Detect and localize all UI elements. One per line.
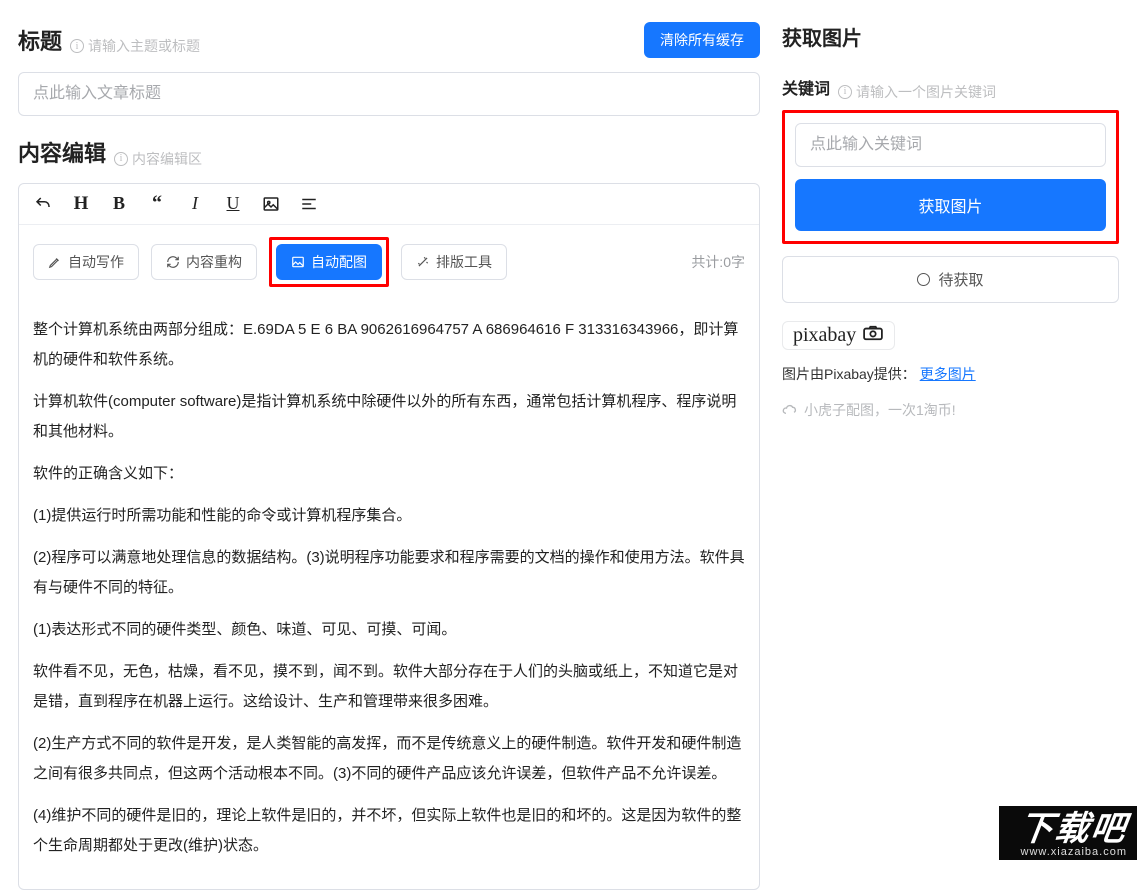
bold-icon[interactable]: B [109,194,129,214]
undo-icon[interactable] [33,194,53,214]
align-left-icon[interactable] [299,194,319,214]
watermark: 下载吧 www.xiazaiba.com [999,806,1137,860]
more-images-link[interactable]: 更多图片 [920,366,976,382]
watermark-text: 下载吧 [1017,812,1130,846]
image-credit: 图片由Pixabay提供： 更多图片 [782,364,1119,384]
article-title-input[interactable] [18,72,760,116]
content-paragraph: (1)表达形式不同的硬件类型、颜色、味道、可见、可摸、可闻。 [33,615,745,645]
quote-icon[interactable]: “ [147,194,167,214]
word-count: 共计:0字 [691,252,745,272]
content-paragraph: (4)维护不同的硬件是旧的，理论上软件是旧的，并不坏，但实际上软件也是旧的和坏的… [33,801,745,861]
content-paragraph: (2)生产方式不同的软件是开发，是人类智能的高发挥，而不是传统意义上的硬件制造。… [33,729,745,789]
keyword-label-row: 关键词 i 请输入一个图片关键词 [782,75,1119,102]
pencil-icon [48,255,62,269]
keyword-label: 关键词 [782,75,830,99]
content-paragraph: 整个计算机系统由两部分组成：E.69DA 5 E 6 BA 9062616964… [33,315,745,375]
content-restructure-button[interactable]: 内容重构 [151,244,257,280]
content-paragraph: (1)提供运行时所需功能和性能的命令或计算机程序集合。 [33,501,745,531]
info-icon: i [70,39,84,53]
auto-write-button[interactable]: 自动写作 [33,244,139,280]
info-icon: i [838,85,852,99]
title-heading: 标题 [18,24,62,56]
content-paragraph: 软件看不见，无色，枯燥，看不见，摸不到，闻不到。软件大部分存在于人们的头脑或纸上… [33,657,745,717]
title-section-header: 标题 i 请输入主题或标题 清除所有缓存 [18,22,760,58]
content-paragraph: 软件的正确含义如下： [33,459,745,489]
keyword-highlight-frame: 获取图片 [782,110,1119,244]
image-icon[interactable] [261,194,281,214]
editor-hint: i 内容编辑区 [114,149,202,169]
heading-icon[interactable]: H [71,194,91,214]
italic-icon[interactable]: I [185,194,205,214]
auto-image-highlight: 自动配图 [269,237,389,287]
auto-image-button[interactable]: 自动配图 [276,244,382,280]
info-icon: i [114,152,128,166]
pending-button[interactable]: 待获取 [782,256,1119,303]
title-hint: i 请输入主题或标题 [70,36,200,56]
editor-section-header: 内容编辑 i 内容编辑区 [18,136,760,169]
pixabay-badge: pixabay [782,321,895,350]
keyword-hint: i 请输入一个图片关键词 [838,82,996,102]
picture-icon [291,255,305,269]
sidebar-heading: 获取图片 [782,22,1119,51]
editor-heading: 内容编辑 [18,136,106,168]
content-paragraph: 计算机软件(computer software)是指计算机系统中除硬件以外的所有… [33,387,745,447]
editor-content[interactable]: 整个计算机系统由两部分组成：E.69DA 5 E 6 BA 9062616964… [19,299,759,889]
magic-icon [416,255,430,269]
cloud-icon [782,403,798,417]
camera-icon [862,324,884,347]
circle-icon [917,273,930,286]
fetch-image-button[interactable]: 获取图片 [795,179,1106,231]
format-toolbar: H B “ I U [19,184,759,225]
content-paragraph: (2)程序可以满意地处理信息的数据结构。(3)说明程序功能要求和程序需要的文档的… [33,543,745,603]
sidebar-footer-hint: 小虎子配图，一次1淘币! [782,400,1119,420]
editor-container: H B “ I U 自动写作 [18,183,760,890]
layout-tool-button[interactable]: 排版工具 [401,244,507,280]
clear-cache-button[interactable]: 清除所有缓存 [644,22,760,58]
refresh-icon [166,255,180,269]
keyword-input[interactable] [795,123,1106,167]
action-toolbar: 自动写作 内容重构 自动配图 [19,225,759,299]
underline-icon[interactable]: U [223,194,243,214]
